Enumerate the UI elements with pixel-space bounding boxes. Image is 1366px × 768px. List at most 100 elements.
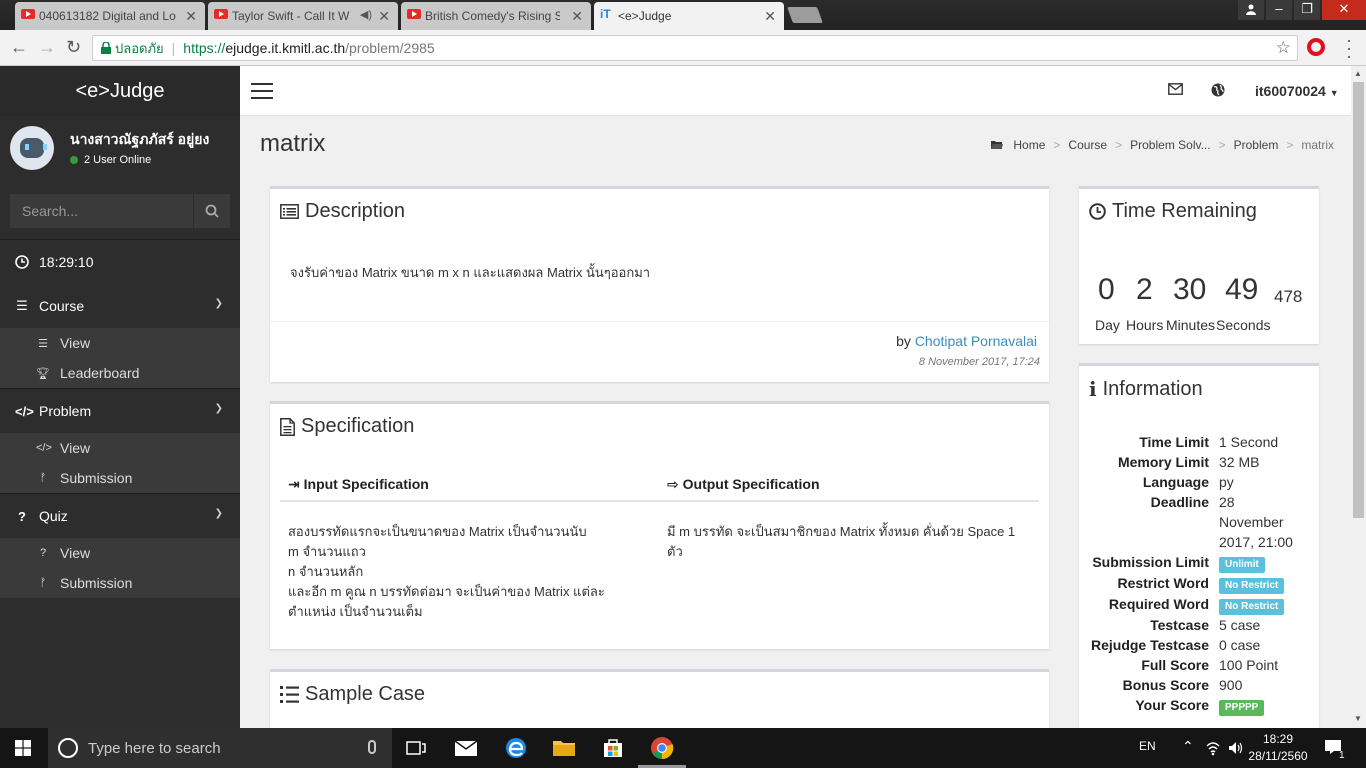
code-icon: </> (15, 403, 34, 419)
close-icon[interactable]: ✕ (378, 8, 390, 25)
user-dropdown[interactable]: it60070024 ▼ (1255, 83, 1339, 99)
wifi-icon[interactable] (1205, 740, 1221, 756)
volume-icon[interactable] (1228, 740, 1244, 756)
tab-title: British Comedy's Rising S (425, 9, 560, 23)
sidebar-item-label: Submission (60, 575, 133, 591)
online-status: 2 User Online (70, 154, 151, 166)
scroll-down-icon[interactable]: ▼ (1354, 714, 1362, 723)
sidebar-item-quiz-submission[interactable]: ᚠ Submission (0, 568, 240, 598)
close-icon[interactable]: ✕ (571, 8, 583, 25)
breadcrumb-separator: > (1115, 138, 1123, 152)
browser-tab[interactable]: 040613182 Digital and Lo ✕ (15, 2, 205, 30)
sign-in-icon: ⇥ (288, 476, 300, 492)
file-explorer-icon[interactable] (552, 736, 576, 760)
breadcrumb-course[interactable]: Course (1068, 138, 1107, 152)
browser-menu-icon[interactable]: · · · (1346, 31, 1352, 65)
info-row: Submission Limit Unlimit (1079, 552, 1319, 573)
breadcrumb-problem[interactable]: Problem (1234, 138, 1279, 152)
chrome-icon[interactable] (650, 736, 674, 760)
sidebar-item-problem-submission[interactable]: ᚠ Submission (0, 463, 240, 493)
windows-start-icon[interactable] (15, 740, 31, 756)
windows-taskbar: Type here to search EN ⌃ 18:29 28/11/2560… (0, 728, 1366, 768)
profile-icon[interactable] (1238, 0, 1264, 20)
sidebar-item-leaderboard[interactable]: 🏆︎ Leaderboard (0, 358, 240, 388)
reload-icon[interactable]: ↻ (66, 38, 81, 56)
list-alt-icon (280, 204, 299, 219)
submenu-problem: </> View ᚠ Submission (0, 433, 240, 493)
chevron-down-icon: ❯ (214, 508, 223, 519)
search-icon (205, 204, 219, 218)
sidebar-menu-course[interactable]: ☰ Course ❯ (0, 284, 240, 328)
sidebar-item-course-view[interactable]: ☰ View (0, 328, 240, 358)
chevron-up-icon[interactable]: ⌃ (1182, 738, 1194, 755)
minimize-button[interactable]: – (1266, 0, 1292, 20)
timer-days: 0 (1098, 273, 1115, 306)
back-arrow-icon[interactable]: ← (10, 38, 28, 56)
input-language[interactable]: EN (1139, 739, 1156, 753)
browser-tab[interactable]: Taylor Swift - Call It W ◀) ✕ (208, 2, 398, 30)
question-icon: ? (39, 547, 47, 559)
sidebar-item-problem-view[interactable]: </> View (0, 433, 240, 463)
description-box: Description จงรับค่าของ Matrix ขนาด m x … (270, 186, 1049, 382)
page-title: matrix (260, 130, 326, 157)
online-count: 2 User Online (84, 154, 152, 166)
restore-button[interactable]: ❐ (1294, 0, 1320, 20)
breadcrumb-separator: > (1218, 138, 1226, 152)
browser-tab[interactable]: British Comedy's Rising S ✕ (401, 2, 591, 30)
info-value: py (1219, 474, 1234, 490)
breadcrumb-home[interactable]: Home (1013, 138, 1045, 152)
envelope-icon[interactable] (1168, 83, 1183, 95)
main-content: matrix Home > Course > Problem Solv... >… (240, 116, 1351, 728)
store-icon[interactable] (601, 736, 625, 760)
close-window-button[interactable]: ✕ (1322, 0, 1366, 20)
opera-extension-icon[interactable] (1307, 38, 1325, 56)
user-panel: นางสาวณัฐภภัสร์ อยู่ยง 2 User Online (0, 116, 240, 186)
info-key: Required Word (1108, 596, 1209, 612)
scroll-up-icon[interactable]: ▲ (1354, 69, 1362, 78)
browser-toolbar: ← → ↻ ปลอดภัย | https://ejudge.it.kmitl.… (0, 30, 1366, 66)
mail-app-icon[interactable] (454, 736, 478, 760)
timer-hours-label: Hours (1126, 317, 1164, 333)
hamburger-menu-icon[interactable] (251, 83, 273, 99)
timer-seconds-label: Seconds (1216, 317, 1271, 333)
scrollbar-thumb[interactable] (1353, 82, 1364, 518)
submenu-quiz: ? View ᚠ Submission (0, 538, 240, 598)
info-row: Restrict Word No Restrict (1079, 573, 1319, 594)
sidebar-search (10, 194, 230, 228)
browser-tab-active[interactable]: iT <e>Judge ✕ (594, 2, 784, 30)
info-key: Full Score (1141, 657, 1209, 673)
branch-icon: ᚠ (39, 472, 47, 484)
search-button[interactable] (193, 194, 230, 228)
spec-heading-text: Output Specification (682, 476, 820, 492)
brand-logo[interactable]: <e>Judge (0, 66, 240, 116)
task-view-icon[interactable] (404, 736, 428, 760)
edge-browser-icon[interactable] (504, 736, 528, 760)
info-value: 32 MB (1219, 454, 1260, 470)
menu-label: Problem (39, 403, 92, 419)
info-row: Time Limit 1 Second (1079, 432, 1319, 452)
bookmark-star-icon[interactable]: ☆ (1276, 38, 1291, 58)
sidebar-menu-problem[interactable]: </> Problem ❯ (0, 389, 240, 433)
breadcrumb-separator: > (1053, 138, 1061, 152)
search-input[interactable] (10, 194, 193, 228)
author-link[interactable]: Chotipat Pornavalai (915, 333, 1037, 349)
sidebar-item-quiz-view[interactable]: ? View (0, 538, 240, 568)
tab-title: 040613182 Digital and Lo (39, 9, 176, 23)
taskbar-search[interactable]: Type here to search (48, 728, 392, 768)
new-tab-button[interactable] (787, 7, 823, 23)
branch-icon: ᚠ (39, 577, 47, 589)
close-icon[interactable]: ✕ (185, 8, 197, 25)
speaker-icon[interactable]: ◀) (360, 8, 372, 21)
address-bar[interactable]: ปลอดภัย | https://ejudge.it.kmitl.ac.th /… (92, 35, 1298, 61)
microphone-icon[interactable] (368, 740, 376, 754)
sidebar-menu-quiz[interactable]: ? Quiz ❯ (0, 494, 240, 538)
page-scrollbar[interactable]: ▲ ▼ (1351, 66, 1366, 728)
globe-icon[interactable] (1211, 83, 1225, 97)
online-dot-icon (70, 156, 78, 164)
close-icon[interactable]: ✕ (764, 8, 776, 25)
taskbar-clock[interactable]: 18:29 28/11/2560 (1248, 731, 1308, 765)
status-badge: No Restrict (1219, 599, 1285, 615)
forward-arrow-icon[interactable]: → (38, 38, 56, 56)
caret-down-icon: ▼ (1329, 88, 1339, 98)
breadcrumb-problem-set[interactable]: Problem Solv... (1130, 138, 1210, 152)
